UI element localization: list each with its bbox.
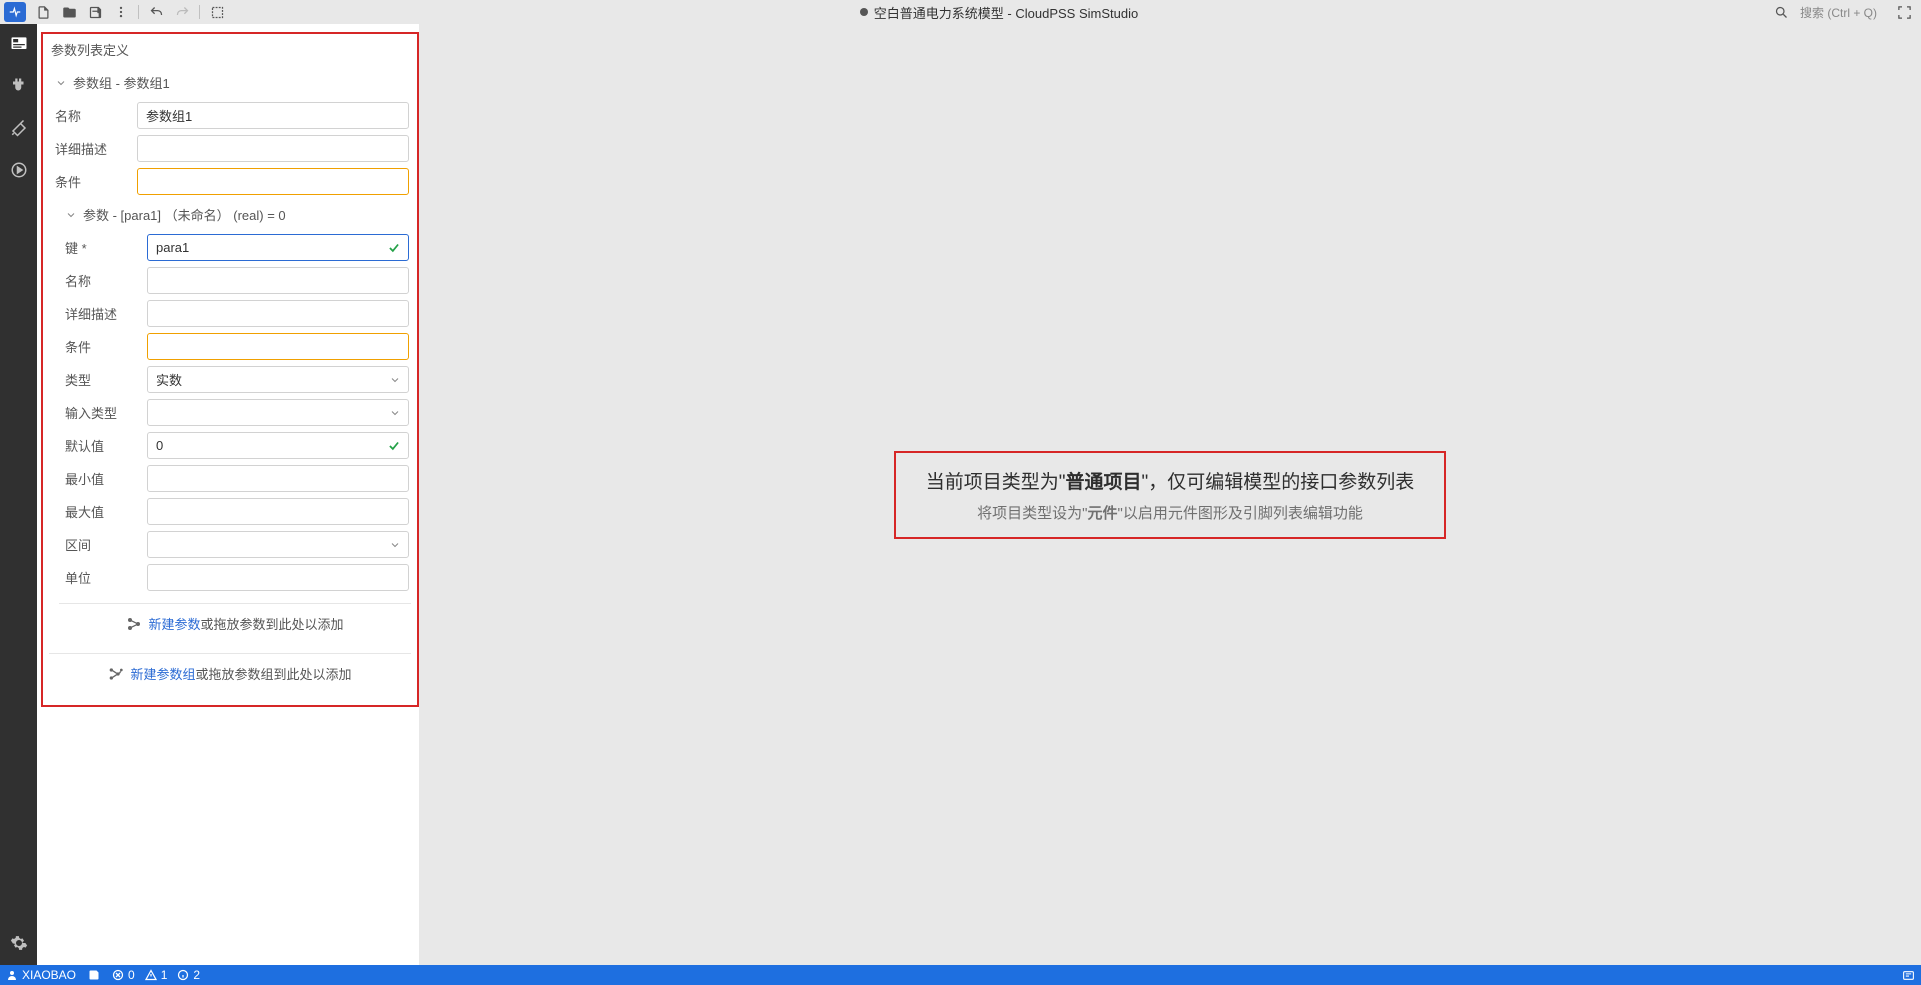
status-problems[interactable]: 0 1 2 (112, 968, 200, 982)
info-icon (177, 969, 189, 981)
notice-line1: 当前项目类型为"普通项目"，仅可编辑模型的接口参数列表 (926, 467, 1415, 494)
key-label: 键 * (59, 238, 147, 257)
toolbar-left (4, 1, 230, 23)
group-name-input[interactable] (137, 102, 409, 129)
param-header[interactable]: 参数 - [para1] （未命名） (real) = 0 (59, 199, 411, 230)
error-icon (112, 969, 124, 981)
group-name-label: 名称 (49, 106, 137, 125)
pcond-input[interactable] (147, 333, 409, 360)
left-rail (0, 24, 37, 965)
save-button[interactable] (82, 1, 108, 23)
chevron-down-icon (65, 209, 77, 221)
group-header-label: 参数组 - 参数组1 (73, 73, 170, 92)
interval-label: 区间 (59, 535, 147, 554)
main-shell: 参数列表定义 参数组 - 参数组1 名称 详细描述 条件 (0, 24, 1921, 965)
param-header-label: 参数 - [para1] （未命名） (real) = 0 (83, 205, 286, 224)
add-group-link[interactable]: 新建参数组 (130, 667, 195, 682)
fullscreen-button[interactable] (1891, 1, 1917, 23)
app-logo-icon[interactable] (4, 2, 26, 22)
group-desc-label: 详细描述 (49, 139, 137, 158)
app-title: 空白普通电力系统模型 - CloudPSS SimStudio (874, 3, 1138, 22)
type-select[interactable] (147, 366, 409, 393)
check-icon (387, 439, 401, 453)
pname-label: 名称 (59, 271, 147, 290)
key-input[interactable] (147, 234, 409, 261)
status-user-label: XIAOBAO (22, 968, 76, 982)
toolbar-right: 搜索 (Ctrl + Q) (1768, 1, 1917, 23)
max-input[interactable] (147, 498, 409, 525)
title-area: 空白普通电力系统模型 - CloudPSS SimStudio (230, 3, 1768, 22)
group-cond-label: 条件 (49, 172, 137, 191)
type-label: 类型 (59, 370, 147, 389)
unsaved-dot-icon (860, 8, 868, 16)
open-file-button[interactable] (56, 1, 82, 23)
toolbar-separator (138, 5, 139, 19)
notice-box: 当前项目类型为"普通项目"，仅可编辑模型的接口参数列表 将项目类型设为"元件"以… (894, 451, 1447, 539)
status-bar: XIAOBAO 0 1 2 (0, 965, 1921, 985)
toolbar-separator (199, 5, 200, 19)
rail-play-button[interactable] (7, 158, 31, 182)
unit-input[interactable] (147, 564, 409, 591)
pdesc-label: 详细描述 (59, 304, 147, 323)
pname-input[interactable] (147, 267, 409, 294)
rail-overview-button[interactable] (7, 32, 31, 56)
rail-settings-button[interactable] (7, 931, 31, 955)
unit-label: 单位 (59, 568, 147, 587)
status-user[interactable]: XIAOBAO (6, 968, 76, 982)
pcond-label: 条件 (59, 337, 147, 356)
inputtype-select[interactable] (147, 399, 409, 426)
add-group-row[interactable]: 新建参数组或拖放参数组到此处以添加 (49, 653, 411, 693)
check-icon (387, 241, 401, 255)
search-placeholder[interactable]: 搜索 (Ctrl + Q) (1800, 4, 1877, 21)
warning-count: 1 (161, 968, 168, 982)
add-param-icon (126, 616, 142, 632)
notice-line2: 将项目类型设为"元件"以启用元件图形及引脚列表编辑功能 (926, 502, 1415, 523)
add-param-suffix: 或拖放参数到此处以添加 (201, 617, 344, 632)
info-count: 2 (193, 968, 200, 982)
main-area: 当前项目类型为"普通项目"，仅可编辑模型的接口参数列表 将项目类型设为"元件"以… (419, 24, 1921, 965)
default-input[interactable] (147, 432, 409, 459)
group-cond-input[interactable] (137, 168, 409, 195)
group-desc-input[interactable] (137, 135, 409, 162)
min-label: 最小值 (59, 469, 147, 488)
add-param-row[interactable]: 新建参数或拖放参数到此处以添加 (59, 603, 411, 643)
default-label: 默认值 (59, 436, 147, 455)
search-button[interactable] (1768, 1, 1794, 23)
rail-tools-button[interactable] (7, 116, 31, 140)
warning-icon (145, 969, 157, 981)
min-input[interactable] (147, 465, 409, 492)
form-panel-wrap: 参数列表定义 参数组 - 参数组1 名称 详细描述 条件 (41, 32, 419, 707)
group-header[interactable]: 参数组 - 参数组1 (49, 67, 411, 98)
chevron-down-icon (55, 77, 67, 89)
panel-title: 参数列表定义 (49, 36, 411, 67)
inputtype-label: 输入类型 (59, 403, 147, 422)
add-group-icon (108, 666, 124, 682)
error-count: 0 (128, 968, 135, 982)
add-param-link[interactable]: 新建参数 (148, 617, 200, 632)
new-file-button[interactable] (30, 1, 56, 23)
undo-button[interactable] (143, 1, 169, 23)
more-menu-button[interactable] (108, 1, 134, 23)
top-toolbar: 空白普通电力系统模型 - CloudPSS SimStudio 搜索 (Ctrl… (0, 0, 1921, 25)
redo-button[interactable] (169, 1, 195, 23)
interval-select[interactable] (147, 531, 409, 558)
pdesc-input[interactable] (147, 300, 409, 327)
status-save-indicator[interactable] (88, 969, 100, 981)
selection-tool-button[interactable] (204, 1, 230, 23)
form-panel: 参数列表定义 参数组 - 参数组1 名称 详细描述 条件 (37, 24, 419, 965)
status-notify-button[interactable] (1902, 969, 1915, 982)
max-label: 最大值 (59, 502, 147, 521)
rail-plugin-button[interactable] (7, 74, 31, 98)
add-group-suffix: 或拖放参数组到此处以添加 (196, 667, 352, 682)
